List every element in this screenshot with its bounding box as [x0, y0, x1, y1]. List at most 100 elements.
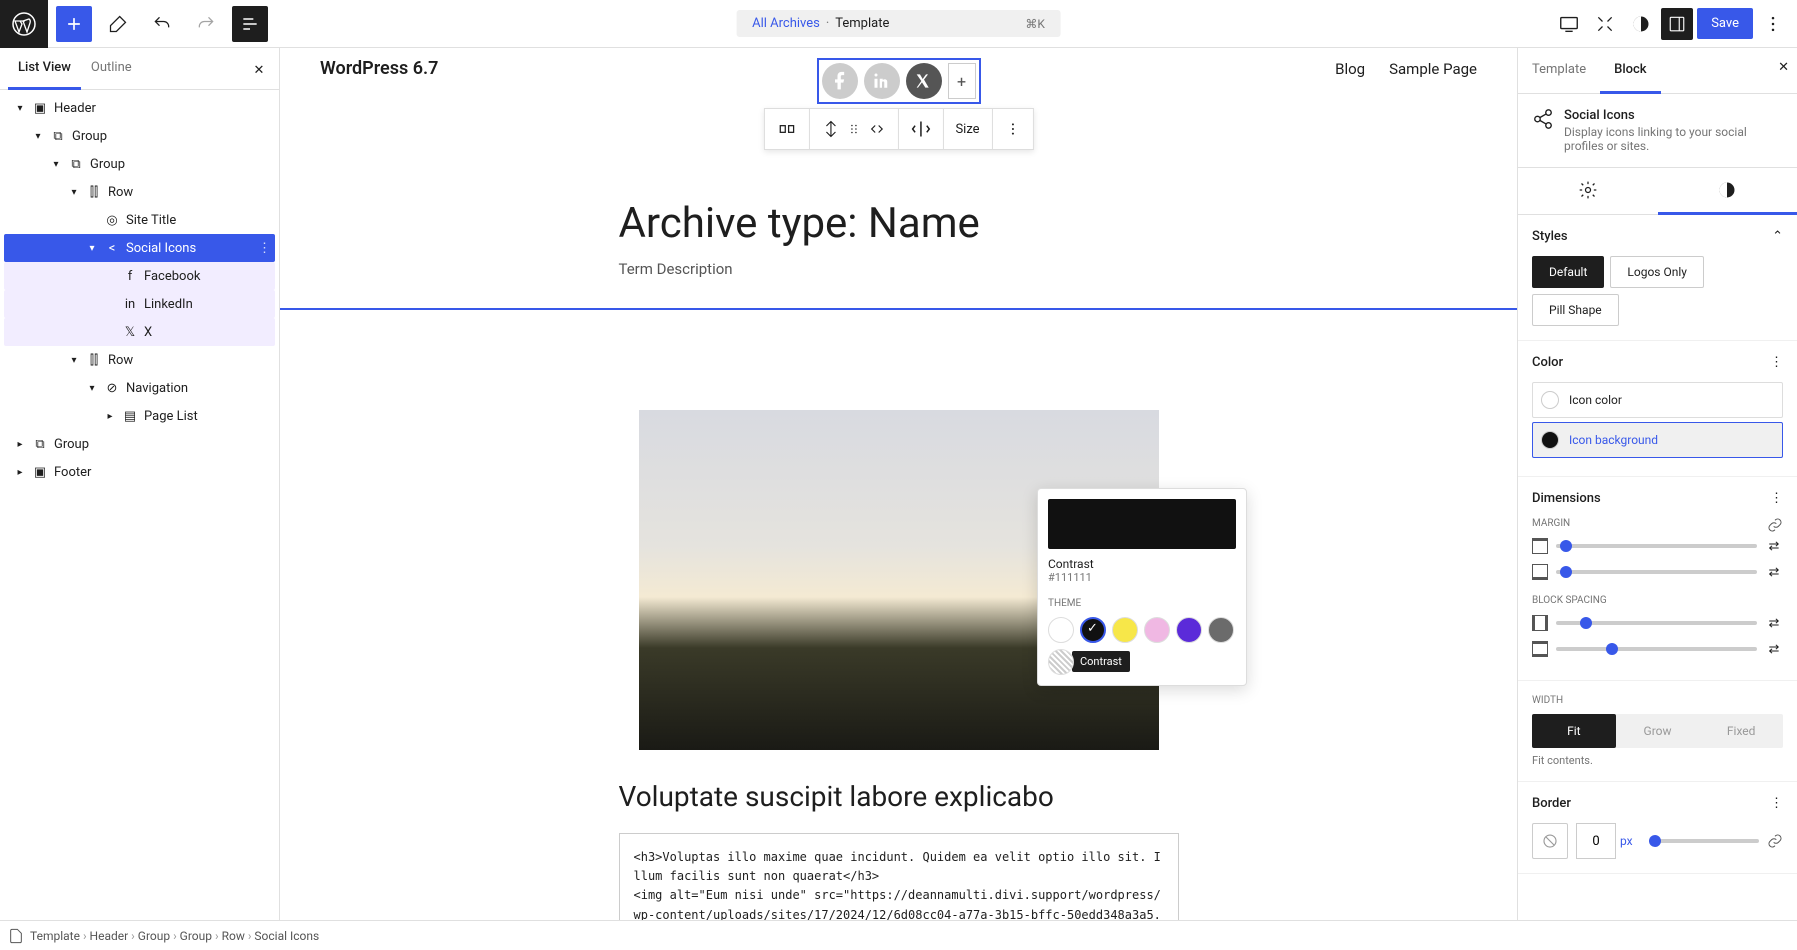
margin-top-slider[interactable] [1556, 544, 1757, 548]
styles-toggle-button[interactable] [1625, 8, 1657, 40]
tree-item-linkedin[interactable]: inLinkedIn [4, 290, 275, 318]
view-desktop-button[interactable] [1553, 8, 1585, 40]
tree-item-header[interactable]: ▾▣Header [4, 94, 275, 122]
block-tab[interactable]: Block [1600, 48, 1660, 94]
margin-bottom-slider[interactable] [1556, 570, 1757, 574]
code-block[interactable]: <h3>Voluptas illo maxime quae incidunt. … [619, 833, 1179, 920]
document-icon [8, 928, 24, 944]
color-name-label: Contrast [1048, 557, 1236, 571]
tree-item-group[interactable]: ▾⧉Group [4, 150, 275, 178]
tree-item-row[interactable]: ▾⫿⫿Row [4, 346, 275, 374]
tree-item-site-title[interactable]: ◎Site Title [4, 206, 275, 234]
theme-color-swatch[interactable] [1176, 617, 1202, 643]
zoom-out-button[interactable] [1589, 8, 1621, 40]
options-menu-button[interactable] [1757, 8, 1789, 40]
nav-link-sample[interactable]: Sample Page [1389, 60, 1477, 78]
breadcrumb-item[interactable]: Group [138, 929, 170, 943]
style-default-button[interactable]: Default [1532, 256, 1604, 288]
settings-subtab[interactable] [1518, 168, 1658, 214]
theme-color-swatch[interactable] [1048, 649, 1074, 675]
style-pill-shape-button[interactable]: Pill Shape [1532, 294, 1619, 326]
border-width-input[interactable] [1576, 823, 1616, 859]
tree-item-group[interactable]: ▸⧉Group [4, 430, 275, 458]
theme-color-swatch[interactable] [1112, 617, 1138, 643]
document-overview-button[interactable] [232, 6, 268, 42]
share-icon [1532, 108, 1554, 153]
settings-sidebar-button[interactable] [1661, 8, 1693, 40]
outline-tab[interactable]: Outline [81, 48, 142, 89]
custom-icon[interactable]: ⇄ [1765, 537, 1783, 555]
color-row-icon-color[interactable]: Icon color [1532, 382, 1783, 418]
breadcrumb-item[interactable]: Group [180, 929, 212, 943]
tree-item-navigation[interactable]: ▾⊘Navigation [4, 374, 275, 402]
theme-color-swatch[interactable] [1208, 617, 1234, 643]
term-description[interactable]: Term Description [619, 260, 1219, 278]
width-fit-button[interactable]: Fit [1532, 714, 1616, 748]
color-options-icon[interactable]: ⋮ [1770, 355, 1783, 370]
redo-button[interactable] [188, 6, 224, 42]
theme-color-swatch[interactable] [1144, 617, 1170, 643]
dimensions-options-icon[interactable]: ⋮ [1770, 491, 1783, 506]
tree-item-social-icons[interactable]: ▾<Social Icons⋮ [4, 234, 275, 262]
list-view-tab[interactable]: List View [8, 48, 81, 90]
block-type-button[interactable] [764, 109, 809, 149]
styles-subtab[interactable] [1658, 168, 1797, 215]
close-settings-button[interactable]: ✕ [1778, 60, 1789, 75]
theme-color-swatch[interactable] [1048, 617, 1074, 643]
document-type: Template [835, 16, 889, 31]
editor-canvas[interactable]: WordPress 6.7 + Blog Sample Page Size Ar… [280, 48, 1517, 920]
template-tab[interactable]: Template [1518, 48, 1600, 93]
custom-icon[interactable]: ⇄ [1765, 640, 1783, 658]
theme-color-swatch[interactable]: Contrast [1080, 617, 1106, 643]
border-unit[interactable]: px [1620, 834, 1633, 848]
spacing-horizontal-slider[interactable] [1556, 621, 1757, 625]
tree-item-group[interactable]: ▾⧉Group [4, 122, 275, 150]
link-sides-icon[interactable] [1767, 517, 1783, 533]
post-title[interactable]: Voluptate suscipit labore explicabo [619, 780, 1219, 813]
navigation-block[interactable]: Blog Sample Page [1335, 60, 1477, 78]
width-fixed-button[interactable]: Fixed [1699, 714, 1783, 748]
width-grow-button[interactable]: Grow [1616, 714, 1700, 748]
nav-link-blog[interactable]: Blog [1335, 60, 1365, 78]
tree-item-page-list[interactable]: ▸▤Page List [4, 402, 275, 430]
linkedin-icon[interactable] [864, 63, 900, 99]
block-spacing-label: BLOCK SPACING [1532, 595, 1783, 606]
tree-item-x[interactable]: 𝕏X [4, 318, 275, 346]
styles-section-title: Styles [1532, 229, 1568, 244]
custom-icon[interactable]: ⇄ [1765, 563, 1783, 581]
align-button[interactable] [898, 109, 943, 149]
archive-title[interactable]: Archive type: Name [619, 199, 1219, 248]
breadcrumb-item[interactable]: Template [30, 929, 80, 943]
block-options-button[interactable] [993, 109, 1033, 149]
add-block-button[interactable] [56, 6, 92, 42]
tree-item-footer[interactable]: ▸▣Footer [4, 458, 275, 486]
add-social-icon-button[interactable]: + [948, 63, 976, 99]
document-title-bar[interactable]: All Archives · Template ⌘K [736, 10, 1061, 37]
spacing-vertical-icon [1532, 641, 1548, 657]
border-style-button[interactable] [1532, 823, 1568, 859]
size-button[interactable]: Size [943, 109, 992, 149]
border-width-slider[interactable] [1649, 839, 1759, 843]
custom-icon[interactable]: ⇄ [1765, 614, 1783, 632]
border-options-icon[interactable]: ⋮ [1770, 796, 1783, 811]
color-row-icon-background[interactable]: Icon background [1532, 422, 1783, 458]
drag-handle[interactable] [809, 109, 898, 149]
site-title[interactable]: WordPress 6.7 [320, 58, 438, 79]
undo-button[interactable] [144, 6, 180, 42]
save-button[interactable]: Save [1697, 8, 1753, 39]
social-icons-block[interactable]: + [817, 58, 981, 104]
x-icon[interactable] [906, 63, 942, 99]
close-list-view-button[interactable]: ✕ [247, 58, 271, 82]
tree-item-facebook[interactable]: fFacebook [4, 262, 275, 290]
breadcrumb-item[interactable]: Header [90, 929, 129, 943]
unlink-sides-icon[interactable] [1767, 833, 1783, 849]
tools-button[interactable] [100, 6, 136, 42]
chevron-up-icon[interactable]: ⌃ [1772, 229, 1783, 244]
breadcrumb-item[interactable]: Row [222, 929, 245, 943]
facebook-icon[interactable] [822, 63, 858, 99]
style-logos-only-button[interactable]: Logos Only [1610, 256, 1704, 288]
breadcrumb-item[interactable]: Social Icons [254, 929, 319, 943]
tree-item-row[interactable]: ▾⫿⫿Row [4, 178, 275, 206]
wordpress-logo[interactable] [0, 0, 48, 48]
spacing-vertical-slider[interactable] [1556, 647, 1757, 651]
